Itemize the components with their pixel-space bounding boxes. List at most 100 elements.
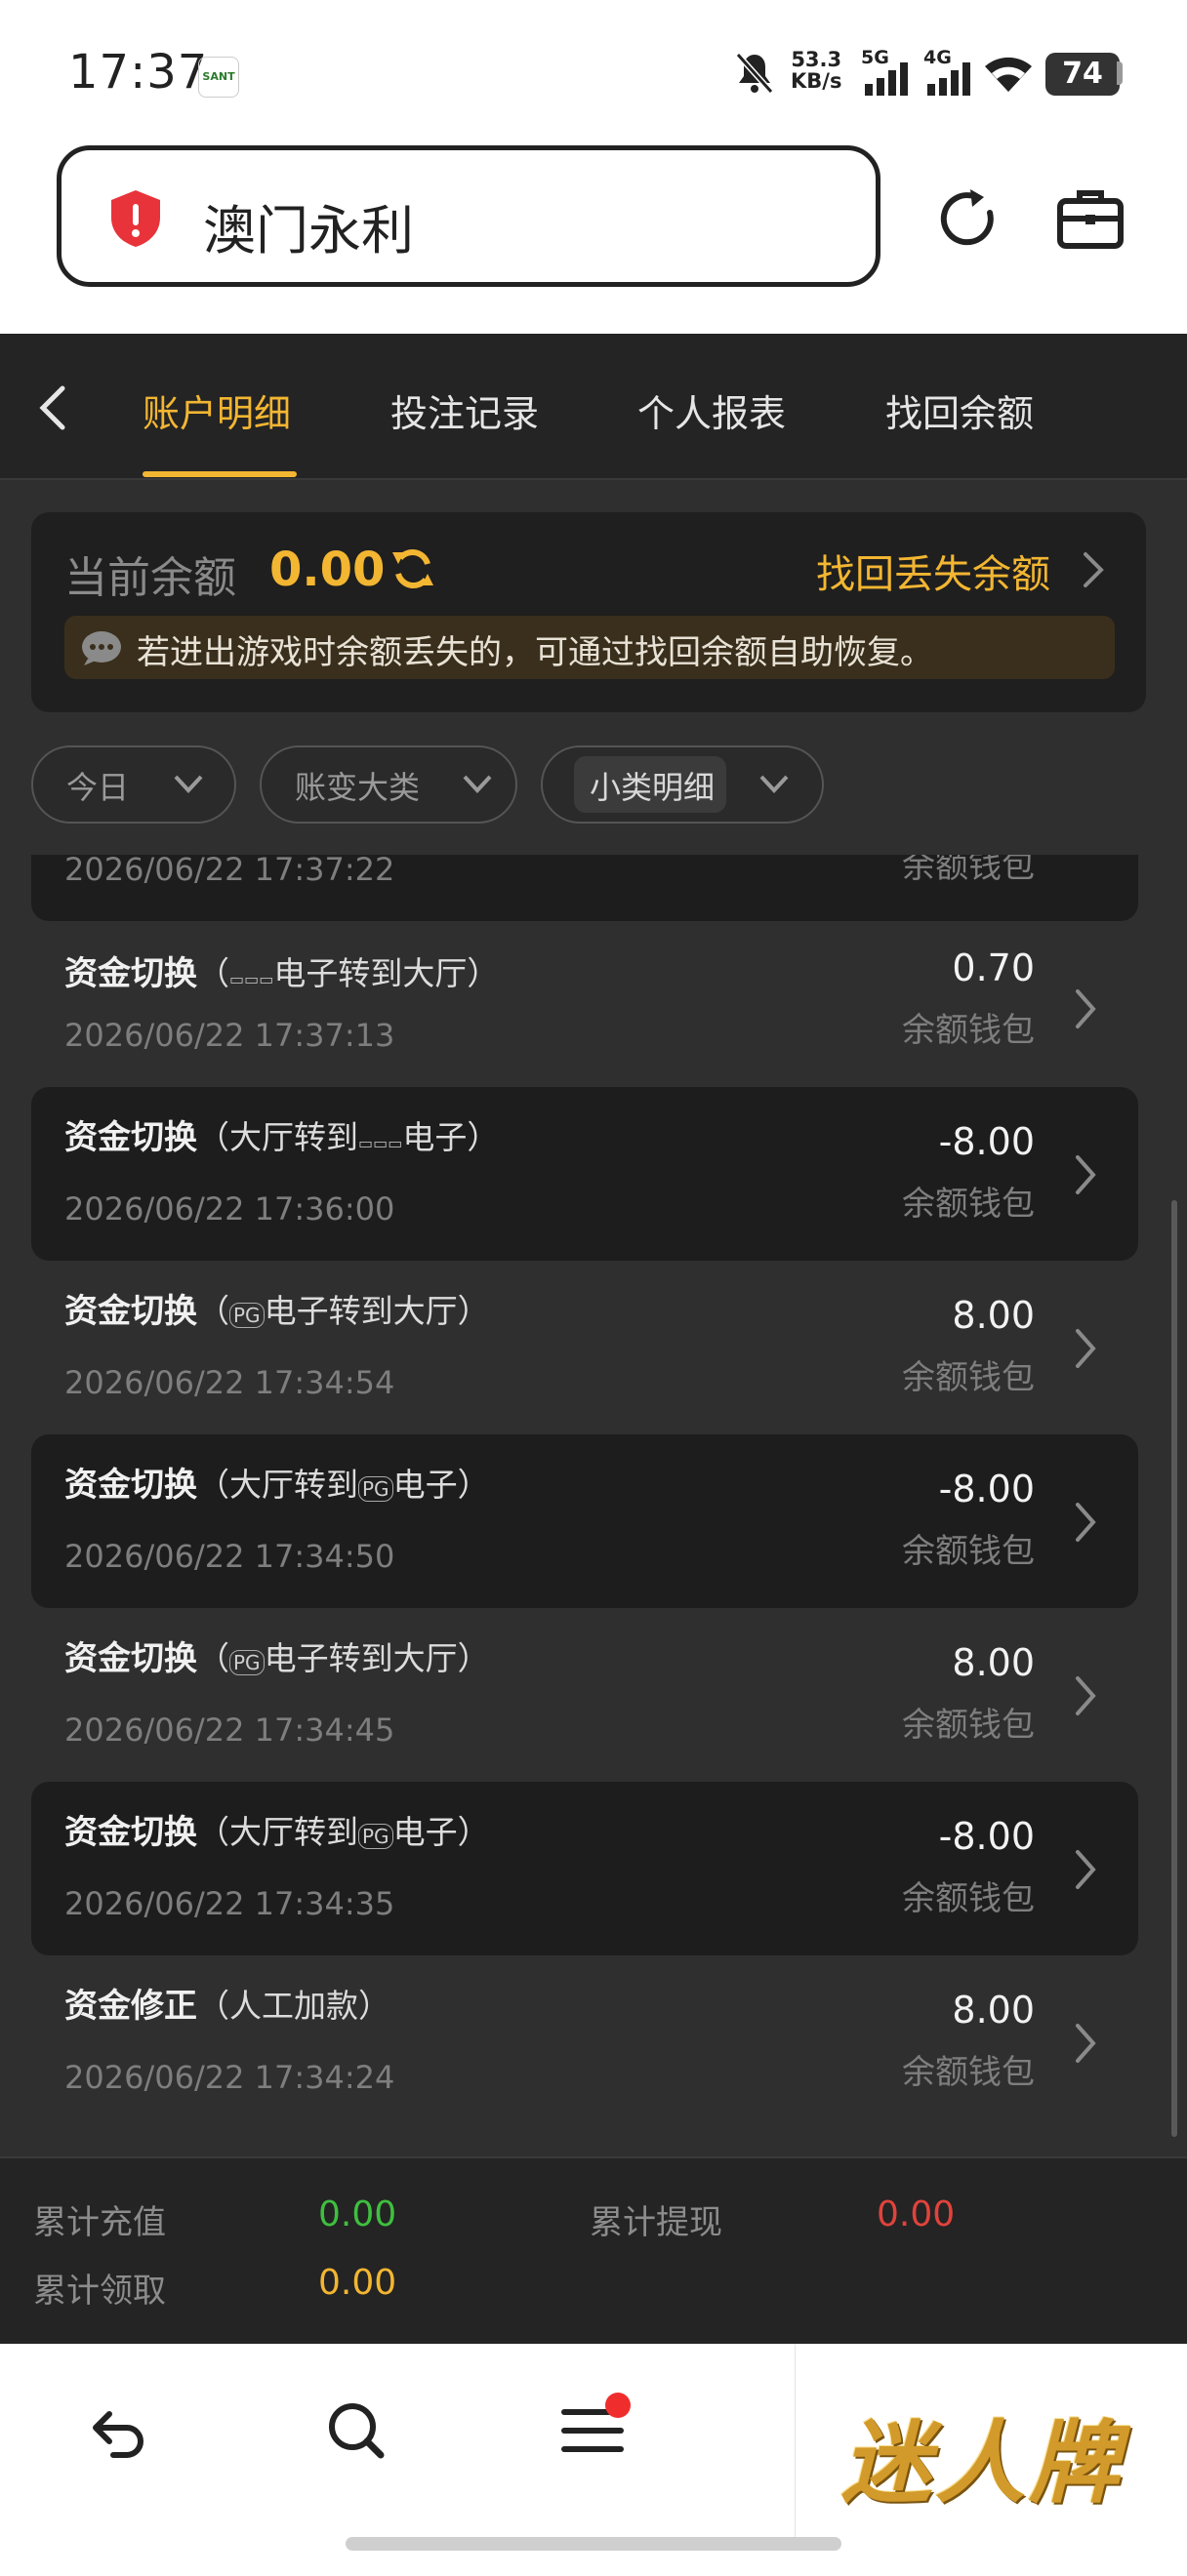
record-detail: 电子） [402, 1118, 500, 1156]
record-title-line: 资金切换（大厅转到▭▭▭电子） [64, 1110, 499, 1158]
chevron-right-icon[interactable] [1072, 1672, 1099, 1719]
chevron-right-icon[interactable] [1072, 1499, 1099, 1546]
pg-logo: PG [229, 1303, 265, 1328]
battery-tip [1117, 61, 1123, 85]
records-list[interactable]: 2026/06/22 17:37:22 余额钱包 资金切换（▭▭▭电子转到大厅）… [0, 855, 1187, 2156]
chevron-down-icon [759, 775, 789, 793]
record-detail-pre: （ [197, 1639, 229, 1677]
list-scrollbar[interactable] [1171, 1200, 1177, 2137]
record-amount: 8.00 [952, 1989, 1035, 2032]
search-icon[interactable] [322, 2396, 390, 2465]
tab-recover-balance[interactable]: 找回余额 [885, 383, 1034, 437]
ad-text[interactable]: 迷人牌 [841, 2391, 1123, 2520]
record-time: 2026/06/22 17:37:13 [64, 1017, 395, 1054]
record-wallet: 余额钱包 [902, 1879, 1035, 1918]
record-amount: -8.00 [938, 1815, 1035, 1858]
wifi-icon [985, 57, 1032, 92]
filter-date[interactable] [31, 745, 236, 824]
totals-panel [0, 2156, 1187, 2346]
record-time: 2026/06/22 17:34:35 [64, 1885, 395, 1922]
refresh-balance-icon[interactable] [389, 544, 437, 593]
record-title-line: 资金修正（人工加款） [64, 1979, 390, 2027]
record-detail-pre: （大厅转到 [197, 1813, 358, 1851]
pg-logo: PG [358, 1476, 393, 1502]
active-tab-indicator [143, 471, 297, 477]
signal-bars-icon [865, 62, 908, 96]
address-bar[interactable] [57, 145, 880, 287]
record-detail-pre: （大厅转到 [197, 1466, 358, 1504]
record-title-line: 资金切换（ PG 电子转到大厅） [64, 1631, 490, 1679]
record-title: 资金切换 [64, 1639, 197, 1678]
back-chevron-icon[interactable] [29, 381, 78, 435]
chevron-right-icon[interactable] [1072, 1151, 1099, 1198]
chevron-right-icon[interactable] [1072, 1325, 1099, 1372]
chevron-right-icon[interactable] [1078, 548, 1107, 591]
record-detail-pre: （ [197, 954, 229, 992]
pg-logo: PG [229, 1650, 265, 1675]
home-indicator[interactable] [346, 2537, 841, 2551]
recover-lost-balance-link[interactable]: 找回丢失余额 [816, 543, 1050, 599]
provider-logo: ▭▭▭ [229, 970, 274, 988]
record-amount: -8.00 [938, 1120, 1035, 1163]
warning-shield-icon[interactable] [107, 188, 164, 249]
toolbox-icon[interactable] [1056, 185, 1125, 252]
record-title-line: 资金切换（▭▭▭电子转到大厅） [64, 946, 499, 994]
record-time: 2026/06/22 17:34:50 [64, 1538, 395, 1575]
record-detail: 电子） [392, 1813, 490, 1851]
back-arrow-icon[interactable] [84, 2396, 152, 2465]
reload-icon[interactable] [933, 183, 1003, 254]
record-wallet: 余额钱包 [902, 855, 1035, 886]
record-title: 资金修正 [64, 1987, 197, 2026]
filter-category-label: 账变大类 [295, 769, 421, 806]
record-title-line: 资金切换（ PG 电子转到大厅） [64, 1284, 490, 1332]
tab-bet-records[interactable]: 投注记录 [390, 383, 539, 437]
record-amount: -8.00 [938, 1468, 1035, 1510]
notification-dot [605, 2393, 631, 2418]
chevron-down-icon [463, 775, 492, 793]
record-wallet: 余额钱包 [902, 1011, 1035, 1050]
chevron-right-icon[interactable] [1072, 2020, 1099, 2067]
tab-personal-report[interactable]: 个人报表 [637, 383, 786, 437]
total-claim-value: 0.00 [318, 2263, 397, 2303]
record-detail-pre: （大厅转到 [197, 1118, 358, 1156]
mute-bell-icon [735, 52, 774, 95]
record-wallet: 余额钱包 [902, 1185, 1035, 1224]
record-amount: 8.00 [952, 1294, 1035, 1337]
record-title: 资金切换 [64, 1813, 197, 1852]
battery-indicator: 74 [1045, 53, 1120, 96]
total-claim-label: 累计领取 [33, 2272, 166, 2311]
page-title[interactable]: 澳门永利 [203, 187, 414, 264]
record-wallet: 余额钱包 [902, 2053, 1035, 2092]
record-wallet: 余额钱包 [902, 1358, 1035, 1397]
record-wallet: 余额钱包 [902, 1532, 1035, 1571]
record-time: 2026/06/22 17:34:54 [64, 1364, 395, 1401]
chevron-right-icon[interactable] [1072, 1846, 1099, 1893]
record-title: 资金切换 [64, 1292, 197, 1331]
record-detail: 电子转到大厅） [264, 1639, 490, 1677]
record-amount: 0.70 [952, 946, 1035, 989]
record-title: 资金切换 [64, 1466, 197, 1505]
total-recharge-label: 累计充值 [33, 2203, 166, 2242]
tab-account-details[interactable]: 账户明细 [143, 383, 291, 437]
total-recharge-value: 0.00 [318, 2194, 397, 2234]
record-title-line: 资金切换（大厅转到 PG 电子） [64, 1805, 490, 1853]
provider-logo: ▭▭▭ [358, 1134, 403, 1152]
notice-text: 若进出游戏时余额丢失的，可通过找回余额自助恢复。 [137, 633, 933, 672]
chat-bubble-icon [82, 631, 121, 665]
signal-bars-icon-2 [927, 62, 970, 96]
record-time: 2026/06/22 17:36:00 [64, 1190, 395, 1228]
record-detail: 电子转到大厅） [273, 954, 500, 992]
record-title: 资金切换 [64, 1118, 197, 1157]
network-speed: 53.3 KB/s [791, 49, 841, 92]
pg-logo: PG [358, 1824, 393, 1849]
chevron-right-icon[interactable] [1072, 986, 1099, 1032]
record-detail-pre: （ [197, 1292, 229, 1330]
record-detail: 电子转到大厅） [264, 1292, 490, 1330]
total-withdraw-label: 累计提现 [590, 2203, 722, 2242]
record-title-line: 资金切换（大厅转到 PG 电子） [64, 1458, 490, 1506]
network-speed-value: 53.3 [791, 48, 842, 71]
record-title: 资金切换 [64, 954, 197, 993]
app-notification-icon: SANT [198, 57, 239, 98]
filter-subcategory-label: 小类明细 [590, 769, 716, 806]
record-amount: 8.00 [952, 1641, 1035, 1684]
